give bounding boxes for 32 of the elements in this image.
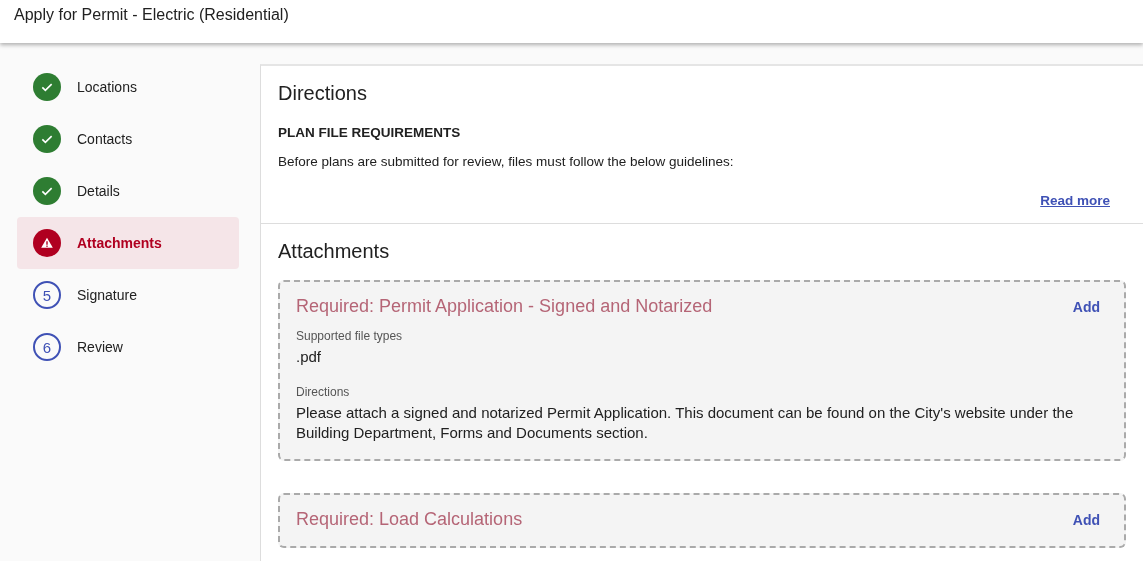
step-item[interactable]: 5 Signature [17,269,239,321]
section-title: Attachments [278,240,391,263]
directions-text: Before plans are submitted for review, files must follow the below guidelines: [278,154,735,169]
field-label: Supported file types [296,329,404,343]
check-icon [33,177,61,205]
step-item[interactable]: Details [17,165,239,217]
step-label: Contacts [77,131,133,147]
step-label: Signature [77,287,137,303]
check-icon [33,73,61,101]
step-label: Details [77,183,120,199]
attachment-directions: Please attach a signed and notarized Permit Application. This document can be found on the City's website under the Building Department, Forms and Documents section. [296,403,1075,443]
step-item[interactable]: 6 Review [17,321,239,373]
step-item[interactable]: Attachments [17,217,239,269]
step-number: 6 [33,333,61,361]
step-label: Locations [77,79,137,95]
file-types: .pdf [296,347,323,367]
step-item[interactable]: Locations [17,61,239,113]
step-label: Review [77,339,123,355]
check-icon [33,125,61,153]
add-button[interactable]: Add [1064,296,1108,317]
field-label: Directions [296,385,351,399]
step-number: 5 [33,281,61,309]
section-title: Directions [278,82,368,105]
attachment-title: Required: Load Calculations [296,509,523,530]
step-label: Attachments [77,235,162,251]
requirements-heading: PLAN FILE REQUIREMENTS [278,125,462,140]
attachment-title: Required: Permit Application - Signed and Notarized [296,296,713,317]
read-more-link[interactable]: Read more [1040,193,1110,208]
warning-icon [33,229,61,257]
add-button[interactable]: Add [1064,509,1108,530]
step-item[interactable]: Contacts [17,113,239,165]
page-title: Apply for Permit - Electric (Residential) [14,5,289,25]
